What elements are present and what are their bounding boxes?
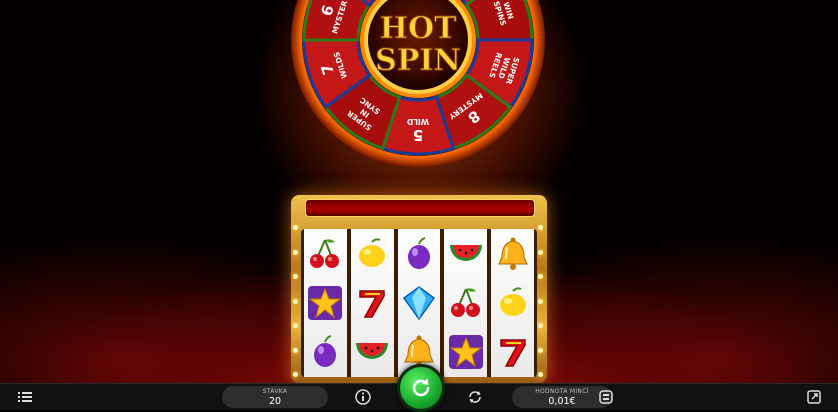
exit-icon[interactable] (805, 388, 823, 406)
left-lights (293, 225, 301, 377)
bonus-wheel: 10MEGAREELWINSPINSSUPERWILDREELS8MYSTERY… (291, 0, 545, 167)
watermelon-icon (352, 331, 392, 373)
logo-spin: SPIN (375, 43, 461, 78)
bet-value: 20 (268, 396, 282, 407)
lemon-icon (352, 233, 392, 275)
right-lights (538, 225, 546, 377)
bell-icon (493, 233, 533, 275)
seven-icon (352, 282, 392, 324)
cherry-icon (446, 282, 486, 324)
lemon-icon (493, 282, 533, 324)
coins-icon[interactable] (597, 388, 615, 406)
reels-area (301, 229, 537, 377)
machine-top-bar (305, 199, 535, 217)
diamond-icon (399, 282, 439, 324)
reel (304, 229, 347, 377)
cherry-icon (305, 233, 345, 275)
plum-icon (305, 331, 345, 373)
reel (350, 229, 394, 377)
star-icon (305, 282, 345, 324)
spin-arrows-icon (412, 378, 430, 397)
plum-icon (399, 233, 439, 275)
logo-hot: HOT (380, 11, 457, 46)
slot-machine-frame (291, 195, 547, 383)
bet-label: STAVKA (262, 388, 288, 395)
info-icon[interactable] (354, 388, 372, 406)
seven-icon (493, 331, 533, 373)
reel (491, 229, 534, 377)
menu-icon[interactable] (16, 388, 34, 406)
autoplay-icon[interactable] (466, 388, 484, 406)
star-icon (446, 331, 486, 373)
bet-display[interactable]: STAVKA 20 (222, 386, 328, 408)
wheel-segment-value: 5 (413, 126, 423, 144)
game-stage: 10MEGAREELWINSPINSSUPERWILDREELS8MYSTERY… (0, 0, 838, 383)
spin-button[interactable] (397, 364, 445, 412)
watermelon-icon (446, 233, 486, 275)
wheel-segment-label: WILD (407, 117, 429, 126)
reel (397, 229, 441, 377)
reel (444, 229, 488, 377)
